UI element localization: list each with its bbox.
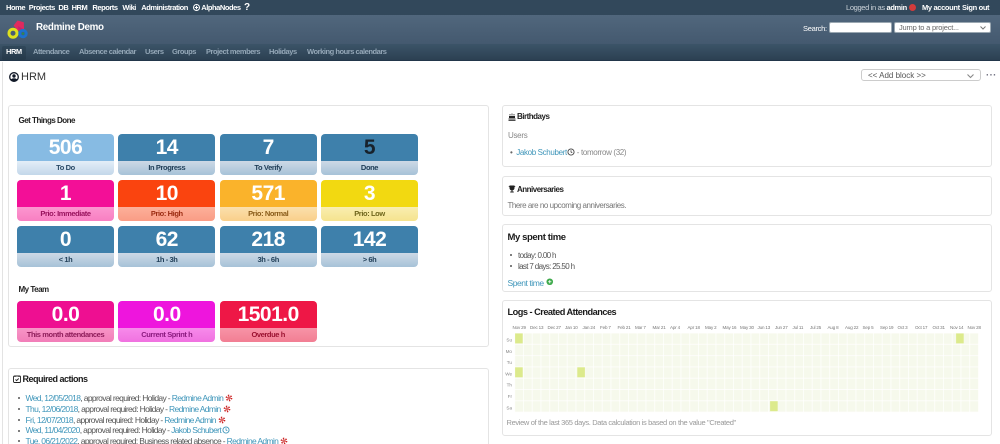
svg-text:Aug 22: Aug 22 <box>845 325 859 330</box>
svg-text:Mar 21: Mar 21 <box>653 325 667 330</box>
svg-text:Feb 7: Feb 7 <box>600 325 611 330</box>
svg-text:Oct 3: Oct 3 <box>898 325 909 330</box>
svg-text:Dec 13: Dec 13 <box>530 325 544 330</box>
svg-text:Sep 5: Sep 5 <box>863 325 875 330</box>
svg-text:Fr: Fr <box>508 394 513 399</box>
svg-text:Mar 7: Mar 7 <box>635 325 646 330</box>
svg-text:Jul 11: Jul 11 <box>793 325 804 330</box>
svg-text:We: We <box>505 371 512 376</box>
svg-text:May 30: May 30 <box>740 325 755 330</box>
svg-text:Jun 13: Jun 13 <box>758 325 771 330</box>
svg-text:Mo: Mo <box>506 349 513 354</box>
svg-text:Sa: Sa <box>506 405 512 410</box>
svg-text:Apr 4: Apr 4 <box>670 325 681 330</box>
svg-text:Tu: Tu <box>507 360 513 365</box>
svg-text:Jan 10: Jan 10 <box>565 325 578 330</box>
svg-text:Su: Su <box>506 338 512 343</box>
svg-text:Dec 27: Dec 27 <box>548 325 562 330</box>
svg-text:Jun 27: Jun 27 <box>775 325 788 330</box>
svg-text:Jul 25: Jul 25 <box>810 325 822 330</box>
svg-text:Aug 8: Aug 8 <box>828 325 840 330</box>
svg-text:Nov 28: Nov 28 <box>968 325 982 330</box>
svg-text:Nov 29: Nov 29 <box>513 325 527 330</box>
svg-text:Th: Th <box>507 383 513 388</box>
svg-text:Apr 18: Apr 18 <box>688 325 701 330</box>
svg-text:Feb 21: Feb 21 <box>618 325 632 330</box>
svg-text:Nov 14: Nov 14 <box>950 325 964 330</box>
svg-text:May 2: May 2 <box>705 325 717 330</box>
svg-text:Oct 31: Oct 31 <box>933 325 946 330</box>
svg-text:Sep 19: Sep 19 <box>880 325 894 330</box>
svg-text:Jan 24: Jan 24 <box>583 325 596 330</box>
svg-text:May 16: May 16 <box>723 325 738 330</box>
svg-text:Oct 17: Oct 17 <box>915 325 928 330</box>
